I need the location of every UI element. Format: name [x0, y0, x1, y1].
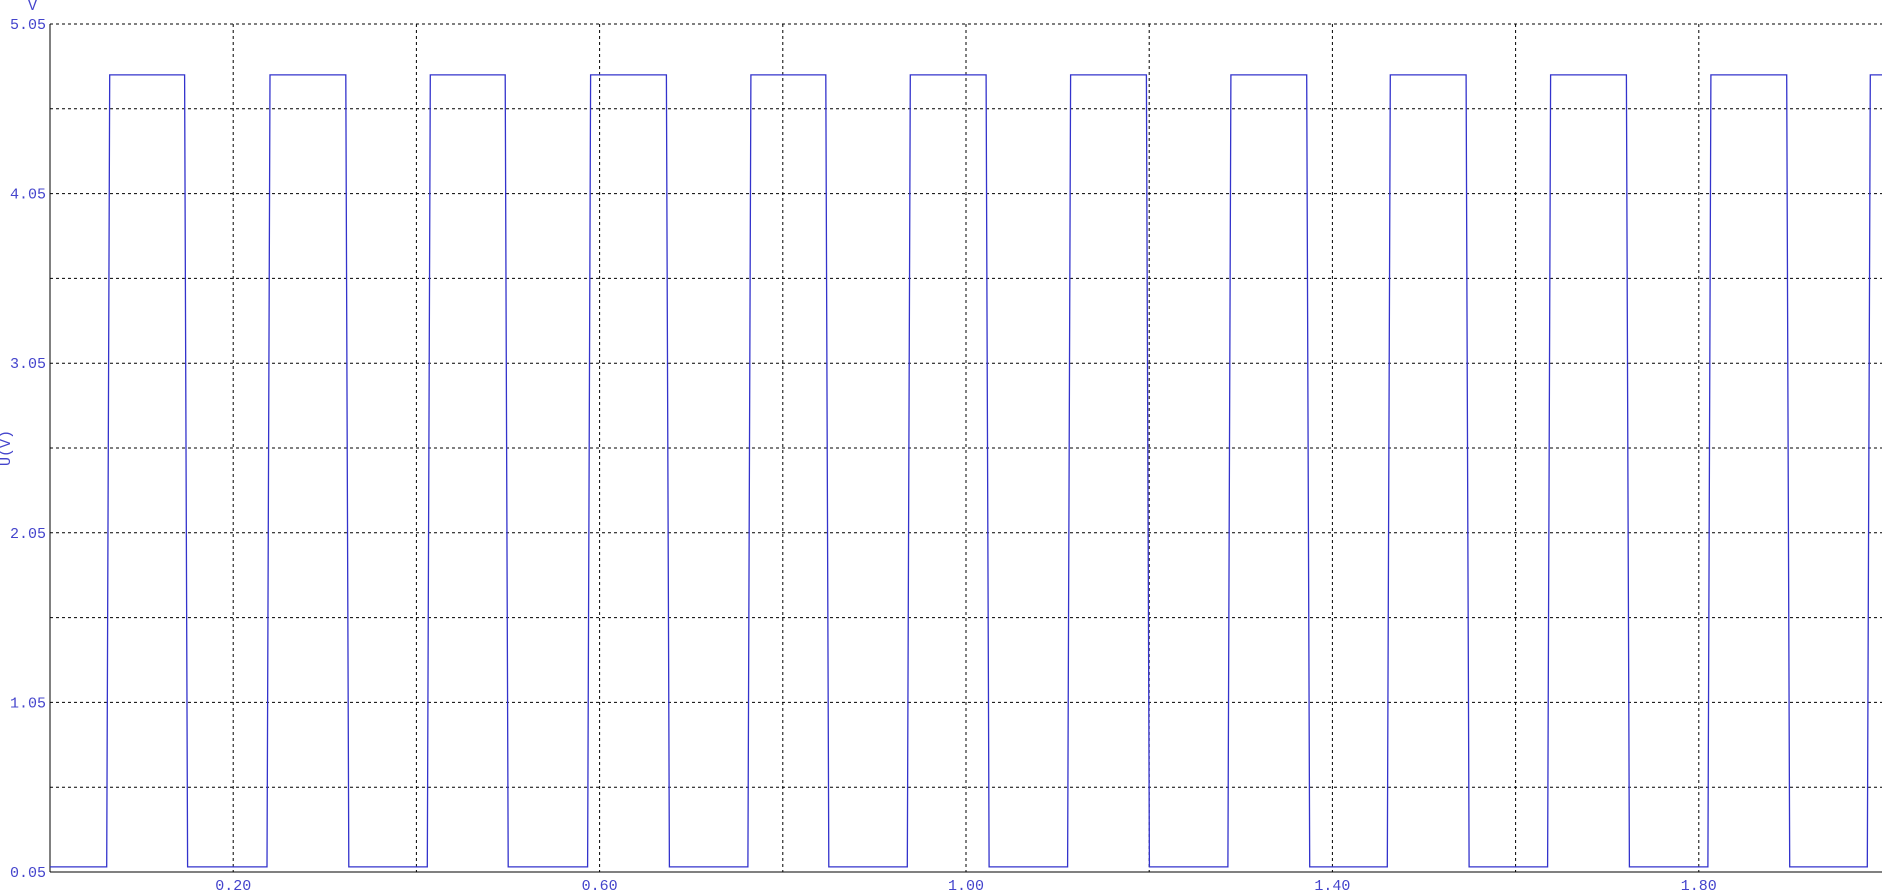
- x-axis-ticks: 0.20 0.60 1.00 1.40 1.80: [215, 878, 1717, 895]
- x-tick-label-3: 1.40: [1314, 878, 1350, 895]
- y-tick-label-1: 1.05: [10, 695, 46, 712]
- chart-plot: 0.20 0.60 1.00 1.40 1.80 0.05 1.05 2.05 3.05 4.0…: [0, 0, 1882, 895]
- y-axis-ticks: 0.05 1.05 2.05 3.05 4.05 5.05: [10, 17, 46, 882]
- x-tick-label-1: 0.60: [582, 878, 618, 895]
- y-axis-unit-label: V: [28, 0, 37, 15]
- x-tick-label-0: 0.20: [215, 878, 251, 895]
- y-tick-label-4: 4.05: [10, 187, 46, 204]
- y-tick-label-0: 0.05: [10, 865, 46, 882]
- y-axis-side-label: U(V): [0, 430, 15, 466]
- x-tick-label-2: 1.00: [948, 878, 984, 895]
- y-tick-label-2: 2.05: [10, 526, 46, 543]
- y-tick-label-5: 5.05: [10, 17, 46, 34]
- y-tick-label-3: 3.05: [10, 356, 46, 373]
- x-tick-label-4: 1.80: [1681, 878, 1717, 895]
- grid-lines: [50, 23, 1882, 872]
